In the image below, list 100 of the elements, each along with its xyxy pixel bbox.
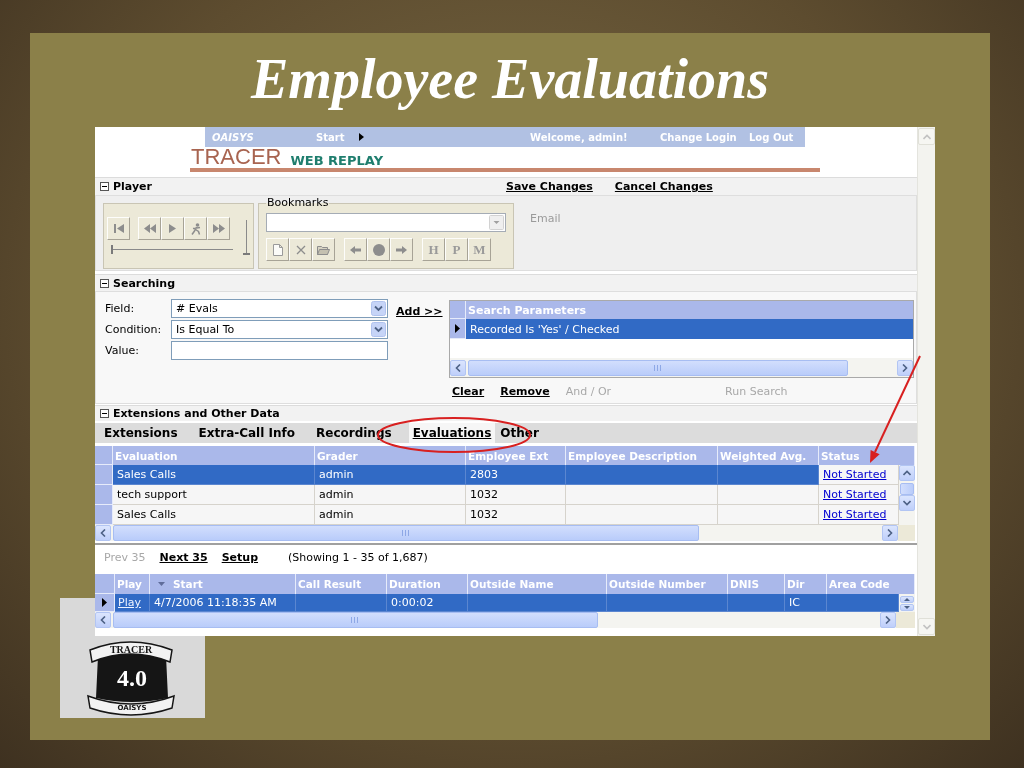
column-header[interactable]: Outside Name bbox=[468, 574, 607, 594]
arrow-right-button[interactable] bbox=[390, 238, 413, 261]
chevron-right-icon bbox=[902, 363, 908, 372]
tab[interactable]: Extra-Call Info bbox=[194, 423, 299, 443]
banner-text: TRACER bbox=[109, 644, 153, 655]
person-button[interactable] bbox=[184, 217, 207, 240]
volume-slider[interactable] bbox=[243, 220, 250, 255]
action-link[interactable]: Save Changes bbox=[506, 180, 593, 193]
scroll-up-button[interactable] bbox=[899, 465, 915, 481]
rewind-button[interactable] bbox=[138, 217, 161, 240]
play-button[interactable] bbox=[161, 217, 184, 240]
chevron-down-icon bbox=[371, 322, 386, 337]
record-button[interactable] bbox=[367, 238, 390, 261]
collapse-icon[interactable] bbox=[100, 409, 109, 418]
row-selector-cell bbox=[95, 446, 113, 465]
collapse-icon[interactable] bbox=[100, 182, 109, 191]
scroll-left-button[interactable] bbox=[95, 525, 111, 541]
table-row[interactable]: Recorded Is 'Yes' / Checked bbox=[450, 319, 913, 339]
rewind-icon bbox=[143, 224, 156, 233]
scroll-thumb[interactable] bbox=[113, 612, 598, 628]
row-pointer-icon bbox=[455, 324, 460, 333]
column-header[interactable]: Weighted Avg. bbox=[718, 446, 819, 465]
row-selector-cell bbox=[95, 505, 113, 525]
status-link[interactable]: Not Started bbox=[823, 468, 887, 481]
cross-icon bbox=[295, 244, 306, 255]
table-row[interactable]: Play 4/7/2006 11:18:35 AM 0:00:02 IC bbox=[95, 594, 899, 612]
add-link[interactable]: Add >> bbox=[396, 305, 443, 318]
chevron-down-icon bbox=[922, 623, 931, 630]
email-label: Email bbox=[530, 212, 561, 225]
marker-button[interactable]: H bbox=[422, 238, 445, 261]
column-header[interactable]: Start bbox=[150, 574, 296, 594]
fast-forward-button[interactable] bbox=[207, 217, 230, 240]
arrow-right-icon bbox=[396, 245, 407, 254]
pager-link[interactable]: Next 35 bbox=[159, 550, 208, 564]
status-link[interactable]: Not Started bbox=[823, 488, 887, 501]
column-header[interactable]: Area Code bbox=[827, 574, 915, 594]
column-header[interactable]: Evaluation bbox=[113, 446, 315, 465]
scroll-left-button[interactable] bbox=[95, 612, 111, 628]
pager-link[interactable]: Setup bbox=[221, 550, 259, 564]
scroll-left-button[interactable] bbox=[450, 359, 466, 376]
row-selector-cell bbox=[95, 465, 113, 485]
column-header[interactable]: Call Result bbox=[296, 574, 387, 594]
column-label: Duration bbox=[389, 578, 441, 590]
action-link[interactable]: Cancel Changes bbox=[614, 180, 713, 193]
select-field[interactable]: # Evals bbox=[171, 299, 388, 318]
nav-link[interactable]: Change Login bbox=[660, 131, 737, 143]
input-field[interactable] bbox=[171, 341, 388, 360]
table-row[interactable]: Sales Calls admin 2803 Not Started bbox=[95, 465, 899, 485]
tab[interactable]: Evaluations bbox=[408, 423, 496, 443]
marker-button[interactable]: M bbox=[468, 238, 491, 261]
column-header[interactable]: Outside Number bbox=[607, 574, 728, 594]
new-page-button[interactable] bbox=[266, 238, 289, 261]
page-icon bbox=[272, 243, 283, 256]
bookmark-dropdown[interactable] bbox=[266, 213, 506, 232]
column-header[interactable]: Duration bbox=[387, 574, 468, 594]
tab[interactable]: Extensions bbox=[100, 423, 182, 443]
row-selector-cell bbox=[450, 301, 466, 319]
column-label: Play bbox=[117, 578, 142, 590]
scroll-thumb[interactable] bbox=[113, 525, 699, 541]
column-header[interactable]: DNIS bbox=[728, 574, 785, 594]
select-field[interactable]: Is Equal To bbox=[171, 320, 388, 339]
scroll-down-button[interactable] bbox=[899, 495, 915, 511]
column-header[interactable]: Dir bbox=[785, 574, 827, 594]
fast-forward-icon bbox=[212, 224, 225, 233]
column-header[interactable]: Employee Description bbox=[566, 446, 718, 465]
nav-link[interactable]: Log Out bbox=[749, 131, 794, 143]
delete-button[interactable] bbox=[289, 238, 312, 261]
scroll-down-button[interactable] bbox=[900, 603, 914, 611]
table-row[interactable]: tech support admin 1032 Not Started bbox=[95, 485, 899, 505]
action-link[interactable]: Remove bbox=[500, 385, 550, 398]
action-link[interactable]: Clear bbox=[452, 385, 485, 398]
scroll-right-button[interactable] bbox=[880, 612, 896, 628]
menu-button[interactable]: Start bbox=[316, 131, 365, 143]
play-link[interactable]: Play bbox=[118, 596, 141, 609]
skip-to-start-button[interactable] bbox=[107, 217, 130, 240]
scroll-right-button[interactable] bbox=[897, 359, 913, 376]
marker-button[interactable]: P bbox=[445, 238, 468, 261]
scroll-right-button[interactable] bbox=[882, 525, 898, 541]
chevron-left-icon bbox=[100, 529, 106, 537]
collapse-icon[interactable] bbox=[100, 278, 109, 288]
column-header[interactable]: Status bbox=[819, 446, 915, 465]
status-link[interactable]: Not Started bbox=[823, 508, 887, 521]
scroll-thumb[interactable] bbox=[900, 483, 914, 495]
sort-arrow-icon bbox=[158, 582, 165, 586]
section-title: Player bbox=[113, 180, 152, 193]
circle-icon bbox=[372, 243, 385, 256]
column-header[interactable]: Grader bbox=[315, 446, 466, 465]
arrow-left-button[interactable] bbox=[344, 238, 367, 261]
skip-to-start-icon bbox=[113, 224, 124, 233]
scroll-thumb[interactable] bbox=[468, 359, 848, 376]
column-header[interactable]: Play bbox=[115, 574, 150, 594]
folder-button[interactable] bbox=[312, 238, 335, 261]
table-row[interactable]: Sales Calls admin 1032 Not Started bbox=[95, 505, 899, 525]
table-cell-text: Recorded Is 'Yes' / Checked bbox=[469, 321, 621, 338]
column-label: Area Code bbox=[829, 578, 890, 590]
scroll-up-button[interactable] bbox=[900, 595, 914, 603]
brand-label: OAISYS bbox=[212, 131, 254, 143]
chevron-left-icon bbox=[100, 616, 106, 624]
column-header[interactable]: Employee Ext bbox=[466, 446, 566, 465]
chevron-up-icon bbox=[903, 470, 911, 476]
